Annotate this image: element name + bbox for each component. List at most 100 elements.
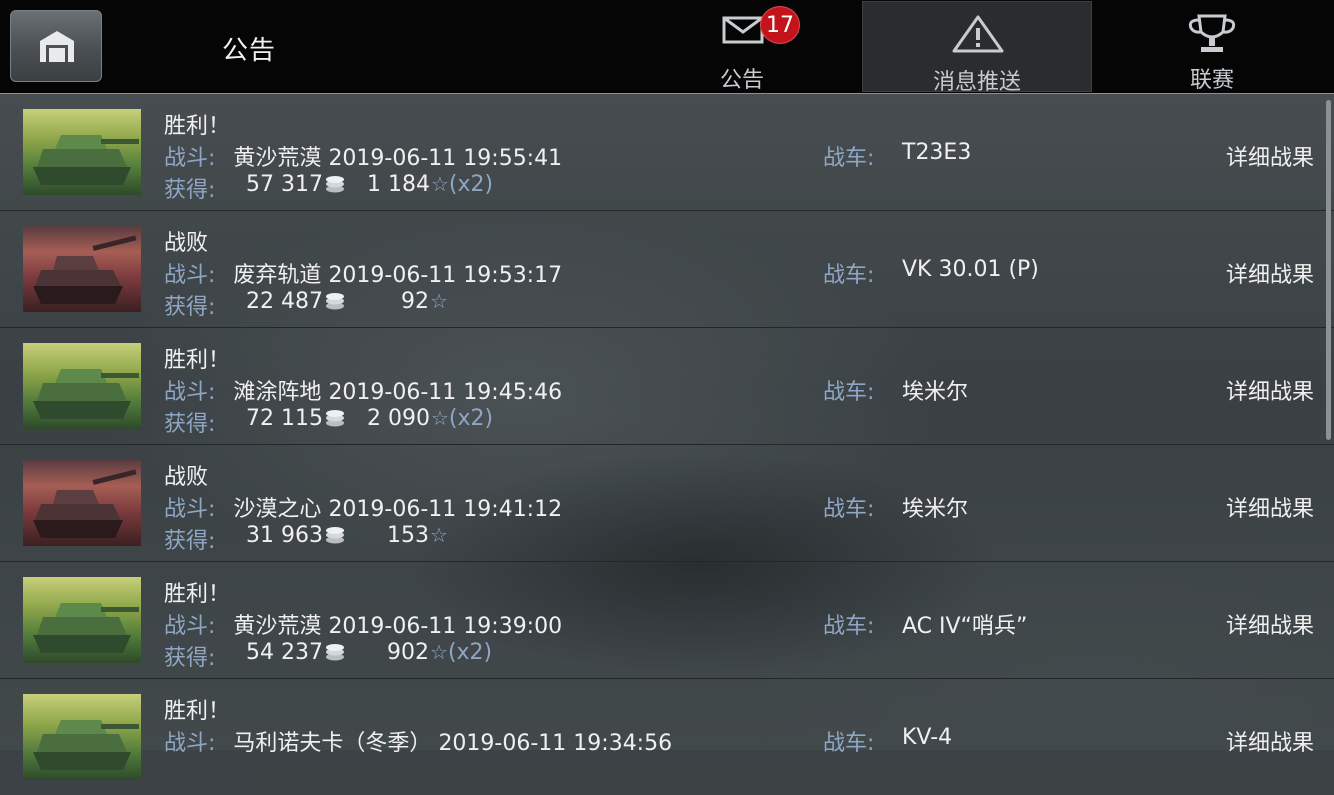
battle-list: 胜利！ 战斗: 黄沙荒漠 2019-06-11 19:55:41 获得: 57 3…: [0, 94, 1334, 795]
list-item: 战败 战斗: 废弃轨道 2019-06-11 19:53:17 获得: 22 48…: [0, 211, 1334, 328]
silver-amount: 57 317: [246, 172, 323, 197]
list-item: 胜利！ 战斗: 滩涂阵地 2019-06-11 19:45:46 获得: 72 1…: [0, 328, 1334, 445]
battle-result: 胜利！: [164, 699, 231, 724]
xp-star-icon: ☆: [430, 640, 448, 664]
xp-star-icon: ☆: [430, 289, 448, 313]
tank-name: 埃米尔: [902, 497, 969, 522]
list-item: 战败 战斗: 沙漠之心 2019-06-11 19:41:12 获得: 31 96…: [0, 445, 1334, 562]
earned-label: 获得:: [164, 178, 216, 203]
garage-icon: [40, 31, 74, 62]
battle-label: 战斗:: [164, 497, 216, 522]
tab-league[interactable]: 联赛: [1152, 0, 1272, 93]
xp-star-icon: ☆: [430, 406, 449, 430]
list-item: 胜利！ 战斗: 黄沙荒漠 2019-06-11 19:55:41 获得: 57 3…: [0, 94, 1334, 211]
battle-thumbnail: [23, 109, 141, 195]
battle-result: 胜利！: [164, 114, 231, 139]
tank-label: 战车:: [823, 731, 875, 756]
battle-label: 战斗:: [164, 614, 216, 639]
tank-name: T23E3: [902, 140, 972, 165]
detail-results-button[interactable]: 详细战果: [1226, 374, 1314, 406]
tank-image-icon: [33, 469, 137, 538]
battle-map: 马利诺夫卡（冬季）: [233, 731, 432, 756]
battle-thumbnail: [23, 460, 141, 546]
xp-star-icon: ☆: [430, 523, 448, 547]
tank-name: AC IV“哨兵”: [902, 614, 1028, 639]
top-bar: 公告 公告 17 消息推送 联赛: [0, 0, 1334, 95]
xp-star-icon: ☆: [430, 172, 449, 196]
battle-map: 废弃轨道: [233, 263, 322, 288]
home-button[interactable]: [10, 10, 102, 82]
battle-result: 胜利！: [164, 348, 231, 373]
tab-push[interactable]: 消息推送: [862, 1, 1092, 95]
tank-name: 埃米尔: [902, 380, 969, 405]
xp-multiplier: (x2): [447, 640, 493, 665]
tank-label: 战车:: [823, 497, 875, 522]
page-title: 公告: [222, 36, 277, 66]
silver-coin-icon: [325, 644, 344, 661]
battle-label: 战斗:: [164, 731, 216, 756]
silver-amount: 22 487: [246, 289, 323, 314]
tank-name: VK 30.01 (P): [902, 257, 1039, 282]
trophy-icon: [1188, 14, 1236, 52]
battle-label: 战斗:: [164, 380, 216, 405]
xp-multiplier: (x2): [448, 172, 494, 197]
xp-amount: 153: [387, 523, 429, 548]
earned-label: 获得:: [164, 529, 216, 554]
battle-info: 战斗: 废弃轨道 2019-06-11 19:53:17: [164, 257, 562, 289]
battle-datetime: 2019-06-11 19:34:56: [438, 731, 673, 756]
tank-label: 战车:: [823, 380, 875, 405]
battle-result: 战败: [164, 231, 209, 256]
tank-label: 战车:: [823, 146, 875, 171]
battle-datetime: 2019-06-11 19:39:00: [328, 614, 563, 639]
detail-results-button[interactable]: 详细战果: [1226, 140, 1314, 172]
battle-label: 战斗:: [164, 263, 216, 288]
battle-label: 战斗:: [164, 146, 216, 171]
tank-image-icon: [33, 369, 139, 419]
envelope-icon: [722, 16, 764, 44]
detail-results-button[interactable]: 详细战果: [1226, 491, 1314, 523]
battle-earnings: 获得: 22 487 92☆: [164, 289, 448, 321]
battle-map: 黄沙荒漠: [233, 614, 322, 639]
battle-earnings: 获得: 72 115 2 090☆(x2): [164, 406, 493, 438]
battle-thumbnail: [23, 694, 141, 780]
scrollbar[interactable]: [1326, 100, 1331, 440]
battle-earnings: 获得: 54 237 902☆(x2): [164, 640, 492, 672]
battle-map: 沙漠之心: [233, 497, 322, 522]
battle-result: 战败: [164, 465, 209, 490]
earned-label: 获得:: [164, 646, 216, 671]
xp-amount: 2 090: [367, 406, 430, 431]
tab-league-label: 联赛: [1189, 68, 1234, 93]
battle-datetime: 2019-06-11 19:55:41: [328, 146, 563, 171]
warning-icon: [952, 15, 1004, 53]
tank-image-icon: [33, 603, 139, 653]
detail-results-button[interactable]: 详细战果: [1226, 608, 1314, 640]
silver-amount: 54 237: [246, 640, 323, 665]
silver-amount: 72 115: [246, 406, 323, 431]
battle-map: 黄沙荒漠: [233, 146, 322, 171]
silver-amount: 31 963: [246, 523, 323, 548]
detail-results-button[interactable]: 详细战果: [1226, 725, 1314, 757]
tab-push-label: 消息推送: [932, 70, 1021, 95]
earned-label: 获得:: [164, 295, 216, 320]
tank-label: 战车:: [823, 614, 875, 639]
battle-earnings: 获得: 31 963 153☆: [164, 523, 448, 555]
silver-coin-icon: [325, 176, 344, 193]
tank-name: KV-4: [902, 725, 953, 750]
notification-badge: 17: [760, 6, 800, 44]
xp-amount: 1 184: [367, 172, 430, 197]
battle-datetime: 2019-06-11 19:53:17: [328, 263, 563, 288]
silver-coin-icon: [325, 293, 344, 310]
battle-info: 战斗: 黄沙荒漠 2019-06-11 19:55:41: [164, 140, 562, 172]
battle-info: 战斗: 马利诺夫卡（冬季） 2019-06-11 19:34:56: [164, 725, 672, 757]
detail-results-button[interactable]: 详细战果: [1226, 257, 1314, 289]
xp-amount: 902: [387, 640, 429, 665]
list-item: 胜利！ 战斗: 黄沙荒漠 2019-06-11 19:39:00 获得: 54 2…: [0, 562, 1334, 679]
battle-thumbnail: [23, 226, 141, 312]
xp-amount: 92: [401, 289, 429, 314]
battle-datetime: 2019-06-11 19:45:46: [328, 380, 563, 405]
battle-info: 战斗: 沙漠之心 2019-06-11 19:41:12: [164, 491, 562, 523]
tank-image-icon: [33, 235, 137, 304]
tab-notice-label: 公告: [719, 68, 764, 93]
battle-datetime: 2019-06-11 19:41:12: [328, 497, 563, 522]
tank-image-icon: [33, 720, 139, 770]
